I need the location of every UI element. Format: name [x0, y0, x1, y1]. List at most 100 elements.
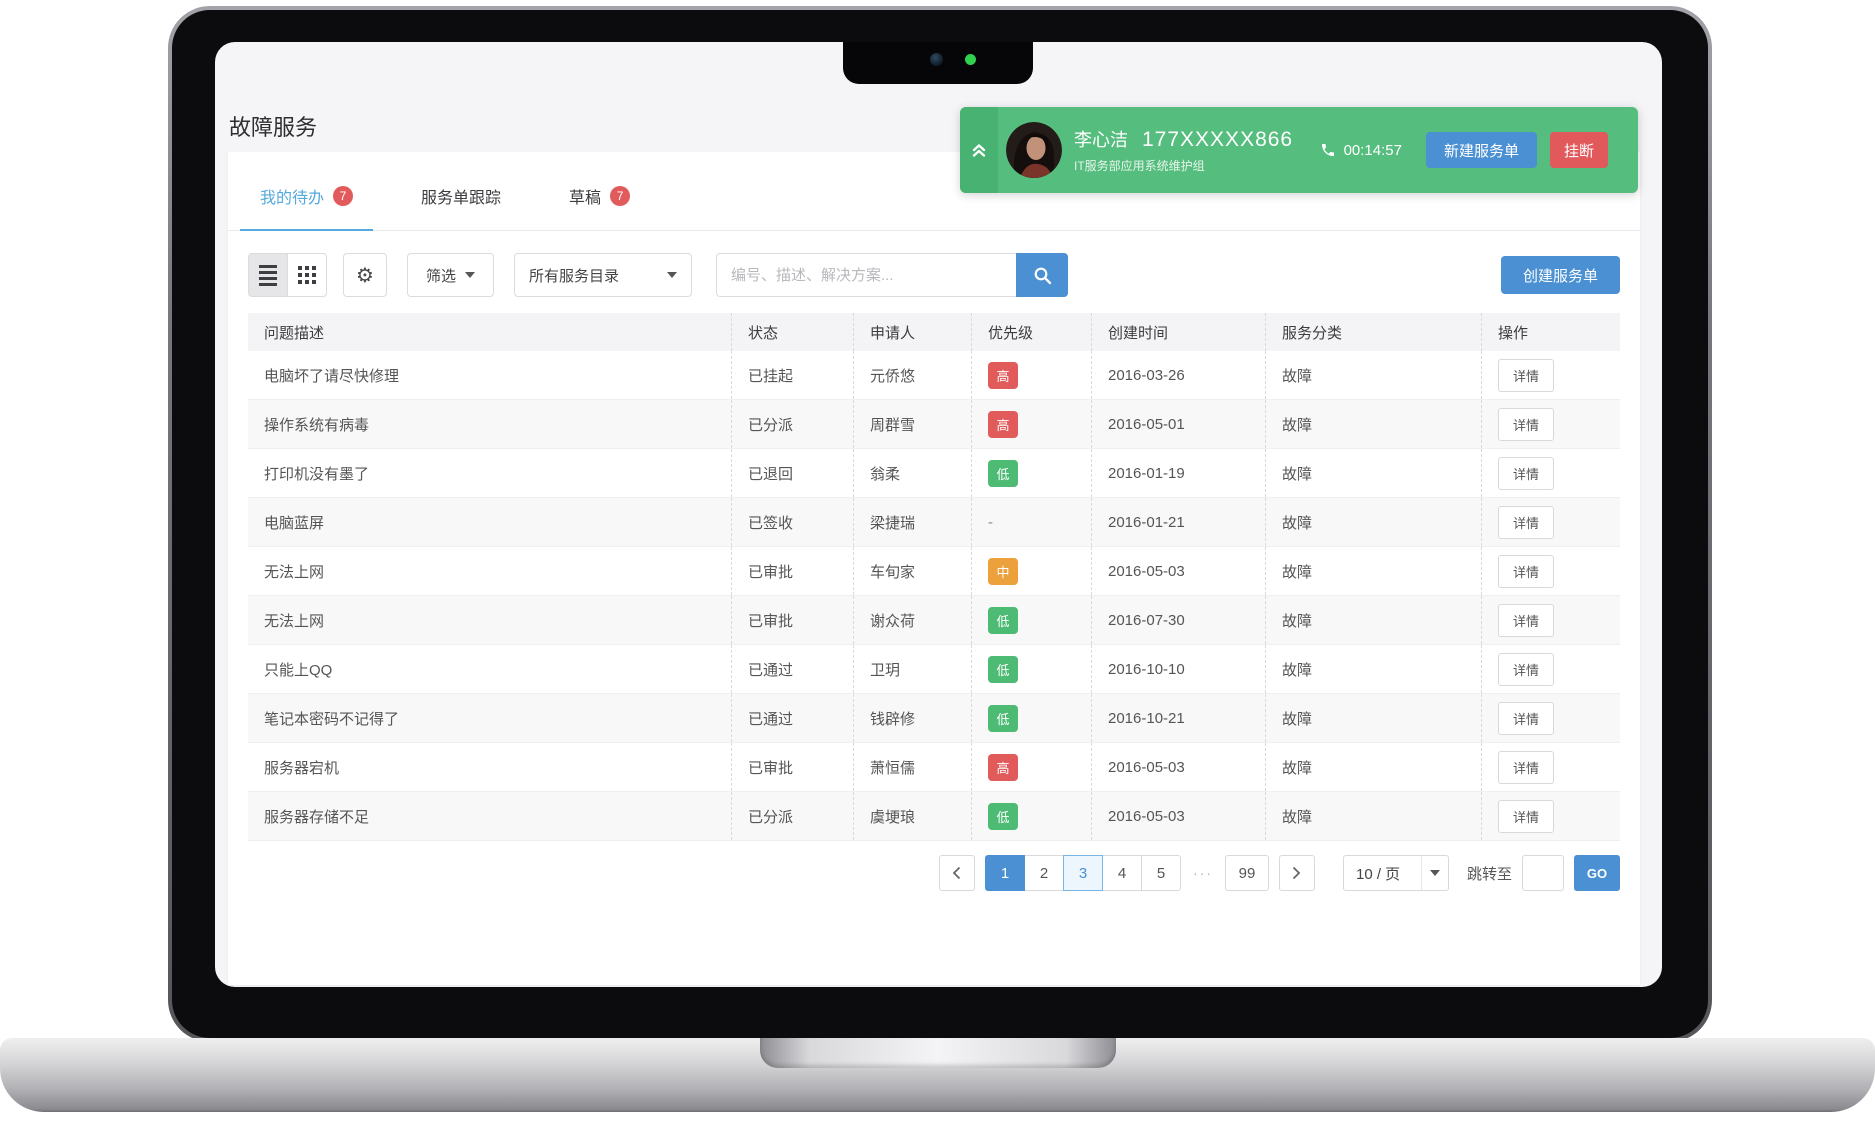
tab-my-todo[interactable]: 我的待办 7: [254, 184, 359, 230]
settings-button[interactable]: ⚙: [343, 253, 387, 297]
search-input[interactable]: [716, 253, 1016, 297]
cell-status: 已分派: [731, 792, 853, 840]
cell-applicant: 梁捷瑞: [853, 498, 971, 546]
cell-priority: 低: [971, 792, 1091, 840]
filter-dropdown[interactable]: 筛选: [407, 253, 494, 297]
page-number-group: 12345: [985, 855, 1181, 891]
detail-button[interactable]: 详情: [1498, 506, 1554, 539]
page-button[interactable]: 2: [1024, 855, 1064, 891]
cell-status: 已审批: [731, 743, 853, 791]
header-cell: 问题描述: [248, 313, 731, 351]
prev-page-button[interactable]: [939, 855, 975, 891]
tab-count-badge: 7: [610, 186, 630, 206]
table-row: 服务器存储不足 已分派 虞埂琅 低 2016-05-03 故障 详情: [248, 792, 1620, 841]
cell-description: 打印机没有墨了: [248, 449, 731, 497]
cell-service-category: 故障: [1265, 596, 1481, 644]
next-page-button[interactable]: [1279, 855, 1315, 891]
grid-view-icon: [298, 266, 316, 284]
go-button[interactable]: GO: [1574, 855, 1620, 891]
cell-applicant: 翁柔: [853, 449, 971, 497]
priority-badge: 低: [988, 656, 1018, 683]
page-size-select[interactable]: 10 / 页: [1343, 855, 1449, 891]
cell-applicant: 虞埂琅: [853, 792, 971, 840]
page-last-button[interactable]: 99: [1225, 855, 1269, 891]
page-button[interactable]: 4: [1102, 855, 1142, 891]
cell-priority: -: [971, 498, 1091, 546]
page-title: 故障服务: [229, 110, 317, 142]
cell-priority: 高: [971, 400, 1091, 448]
cell-description: 笔记本密码不记得了: [248, 694, 731, 742]
cell-service-category: 故障: [1265, 645, 1481, 693]
search-button[interactable]: [1016, 253, 1068, 297]
detail-button[interactable]: 详情: [1498, 408, 1554, 441]
list-view-button[interactable]: [248, 253, 288, 297]
detail-button[interactable]: 详情: [1498, 702, 1554, 735]
call-duration: 00:14:57: [1344, 142, 1402, 159]
cell-description: 服务器宕机: [248, 743, 731, 791]
page-button[interactable]: 5: [1141, 855, 1181, 891]
cell-created-time: 2016-07-30: [1091, 596, 1265, 644]
caret-down-icon: [465, 272, 475, 278]
tab-drafts[interactable]: 草稿 7: [563, 184, 636, 230]
laptop-mockup: 故障服务 我的待办 7 服务单跟踪 草稿 7: [0, 0, 1875, 1122]
cell-status: 已审批: [731, 596, 853, 644]
table-row: 服务器宕机 已审批 萧恒儒 高 2016-05-03 故障 详情: [248, 743, 1620, 792]
new-ticket-button[interactable]: 新建服务单: [1426, 132, 1537, 168]
cell-created-time: 2016-10-10: [1091, 645, 1265, 693]
cell-service-category: 故障: [1265, 792, 1481, 840]
call-notification-bar: 李心洁 177XXXXX866 IT服务部应用系统维护组 00:14:57 新建…: [960, 107, 1638, 193]
cell-priority: 低: [971, 694, 1091, 742]
collapse-call-bar-button[interactable]: [960, 107, 998, 193]
table-row: 只能上QQ 已通过 卫玥 低 2016-10-10 故障 详情: [248, 645, 1620, 694]
priority-badge: 高: [988, 411, 1018, 438]
cell-description: 电脑蓝屏: [248, 498, 731, 546]
priority-none: -: [988, 514, 993, 531]
tab-count-badge: 7: [333, 186, 353, 206]
detail-button[interactable]: 详情: [1498, 653, 1554, 686]
grid-view-button[interactable]: [287, 253, 327, 297]
page-button[interactable]: 1: [985, 855, 1025, 891]
ticket-table: 问题描述状态申请人优先级创建时间服务分类操作 电脑坏了请尽快修理 已挂起 元侨悠…: [248, 313, 1620, 841]
cell-description: 无法上网: [248, 596, 731, 644]
screen: 故障服务 我的待办 7 服务单跟踪 草稿 7: [215, 42, 1662, 987]
cell-service-category: 故障: [1265, 743, 1481, 791]
table-header: 问题描述状态申请人优先级创建时间服务分类操作: [248, 313, 1620, 351]
caller-identity: 李心洁 177XXXXX866 IT服务部应用系统维护组: [1074, 126, 1293, 174]
cell-service-category: 故障: [1265, 449, 1481, 497]
caller-name: 李心洁: [1074, 126, 1128, 152]
call-timer: 00:14:57: [1320, 142, 1402, 159]
cell-service-category: 故障: [1265, 498, 1481, 546]
cell-service-category: 故障: [1265, 547, 1481, 595]
cell-description: 操作系统有病毒: [248, 400, 731, 448]
page-button[interactable]: 3: [1063, 855, 1103, 891]
detail-button[interactable]: 详情: [1498, 457, 1554, 490]
cell-status: 已分派: [731, 400, 853, 448]
laptop-base-notch: [760, 1038, 1116, 1068]
priority-badge: 高: [988, 362, 1018, 389]
detail-button[interactable]: 详情: [1498, 555, 1554, 588]
cell-applicant: 萧恒儒: [853, 743, 971, 791]
cell-created-time: 2016-05-03: [1091, 792, 1265, 840]
hangup-button[interactable]: 挂断: [1550, 132, 1608, 168]
detail-button[interactable]: 详情: [1498, 359, 1554, 392]
header-cell: 申请人: [853, 313, 971, 351]
create-ticket-button[interactable]: 创建服务单: [1501, 256, 1620, 294]
cell-created-time: 2016-10-21: [1091, 694, 1265, 742]
catalog-select[interactable]: 所有服务目录: [514, 253, 692, 297]
detail-button[interactable]: 详情: [1498, 800, 1554, 833]
caller-group: IT服务部应用系统维护组: [1074, 157, 1293, 174]
jump-page-input[interactable]: [1522, 855, 1564, 891]
prev-icon: [952, 866, 961, 880]
cell-status: 已通过: [731, 694, 853, 742]
tab-ticket-tracking[interactable]: 服务单跟踪: [415, 184, 507, 230]
collapse-icon: [972, 142, 986, 158]
caller-phone: 177XXXXX866: [1142, 128, 1293, 152]
detail-button[interactable]: 详情: [1498, 751, 1554, 784]
cell-applicant: 车旬家: [853, 547, 971, 595]
cell-status: 已签收: [731, 498, 853, 546]
detail-button[interactable]: 详情: [1498, 604, 1554, 637]
header-cell: 状态: [731, 313, 853, 351]
cell-created-time: 2016-01-21: [1091, 498, 1265, 546]
cell-status: 已退回: [731, 449, 853, 497]
priority-badge: 低: [988, 705, 1018, 732]
